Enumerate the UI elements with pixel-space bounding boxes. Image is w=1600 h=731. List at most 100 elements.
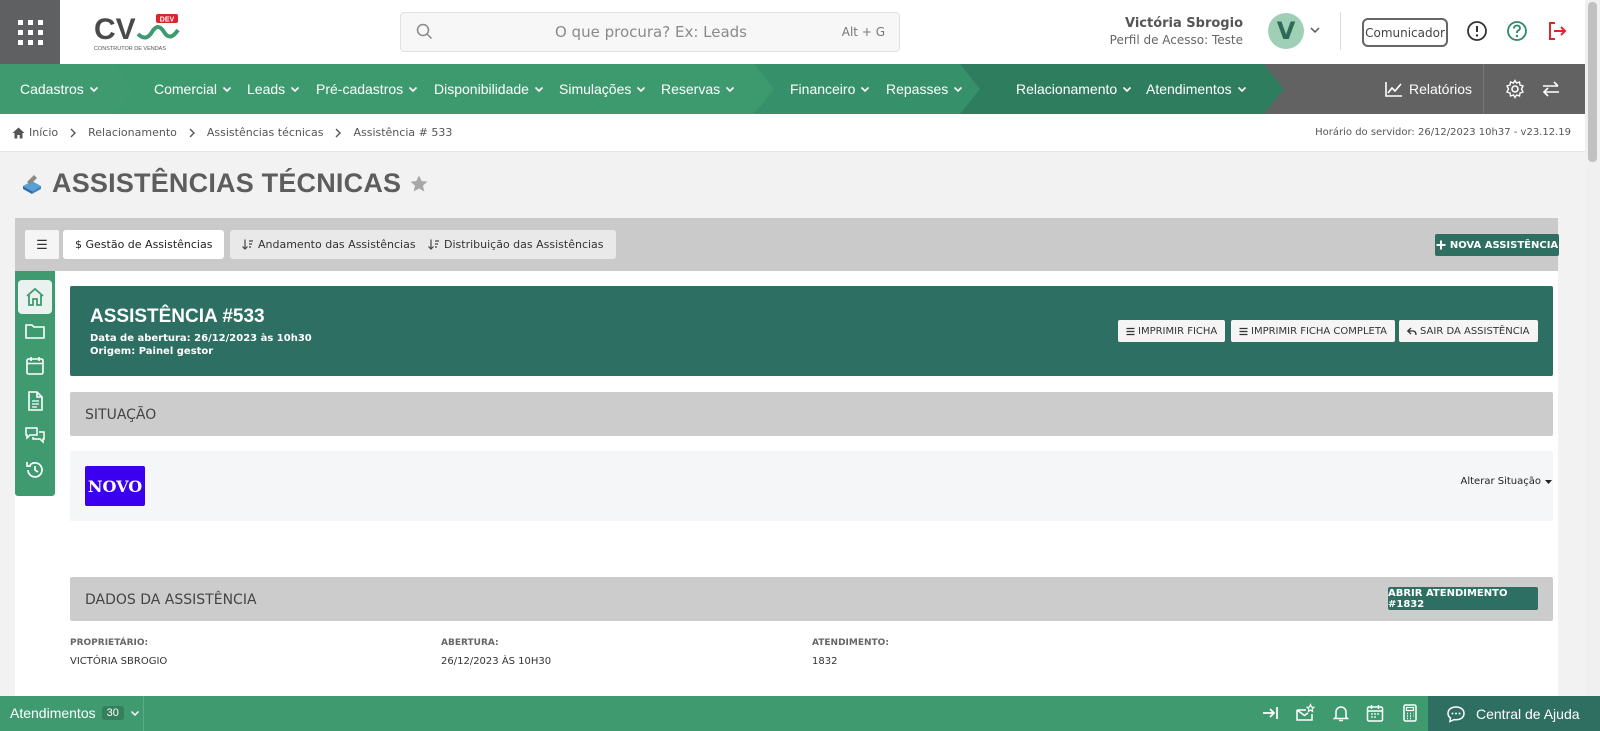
bell-icon[interactable] [1331,703,1351,723]
reports-link[interactable]: Relatórios [1384,64,1472,114]
avatar[interactable]: V [1268,13,1304,49]
sort-icon [428,239,439,250]
reports-label: Relatórios [1409,81,1473,97]
tab-distribuicao-assistencias[interactable]: Distribuição das Assistências [416,230,616,259]
divider [1340,12,1341,50]
calendar-icon[interactable] [1365,703,1385,723]
info-icon[interactable] [1466,20,1488,42]
home-icon[interactable] [24,286,46,308]
swap-icon[interactable] [1541,79,1561,99]
section-title: SITUAÇÃO [85,407,157,423]
chevron-down-icon[interactable] [1309,24,1321,36]
chevron-down-icon [726,86,735,93]
chevron-right-icon [70,128,77,137]
nav-item-label: Pré-cadastros [316,81,404,97]
apps-menu-button[interactable] [0,0,60,64]
app-logo[interactable]: CV DEV CONSTRUTOR DE VENDAS [94,12,186,54]
breadcrumb-current: Assistência # 533 [353,126,453,139]
nav-item-disponibilidade[interactable]: Disponibilidade [434,64,544,114]
document-icon[interactable] [24,390,46,412]
list-icon [1126,327,1135,335]
nav-item-repasses[interactable]: Repasses [886,64,963,114]
attendances-toggle[interactable]: Atendimentos 30 [10,705,140,721]
logo-badge: DEV [160,17,175,24]
comunicador-button[interactable]: Comunicador [1362,18,1448,47]
chevron-down-icon [861,86,870,93]
print-full-button[interactable]: IMPRIMIR FICHA COMPLETA [1231,320,1396,342]
nav-item-label: Relacionamento [1016,81,1118,97]
nav-item-leads[interactable]: Leads [247,64,300,114]
nav-item-label: Financeiro [790,81,856,97]
tab-gestao-assistencias[interactable]: $ Gestão de Assistências [63,230,225,259]
star-icon[interactable] [409,174,429,194]
calendar-icon[interactable] [24,355,46,377]
folder-icon[interactable] [24,320,46,342]
nav-item-financeiro[interactable]: Financeiro [790,64,870,114]
field-label: ATENDIMENTO: [812,638,889,648]
chat-icon[interactable] [24,424,46,446]
nav-item-relacionamento[interactable]: Relacionamento [1016,64,1132,114]
search-input[interactable] [441,13,821,51]
chevron-right-icon [189,128,195,137]
divider [143,696,144,731]
breadcrumb-item[interactable]: Relacionamento [88,126,177,139]
assistance-meta: Data de abertura: 26/12/2023 às 10h30 Or… [90,332,312,358]
user-name: Victória Sbrogio [1124,16,1243,31]
nav-item-atendimentos[interactable]: Atendimentos [1146,64,1247,114]
sort-icon [242,239,253,250]
nav-item-pre-cadastros[interactable]: Pré-cadastros [316,64,418,114]
divider [1483,64,1484,114]
logo-tagline: CONSTRUTOR DE VENDAS [94,46,166,52]
mail-star-icon[interactable] [1295,703,1315,723]
chevron-down-icon [637,86,646,93]
breadcrumb-bar: Início Relacionamento Assistências técni… [0,114,1585,152]
breadcrumb-item[interactable]: Início [29,126,58,139]
situation-box [70,451,1553,521]
situation-section-header: SITUAÇÃO [70,392,1553,436]
nav-item-comercial[interactable]: Comercial [154,64,232,114]
page-title-text: ASSISTÊNCIAS TÉCNICAS [52,168,402,198]
breadcrumb: Início Relacionamento Assistências técni… [12,126,452,139]
help-center-button[interactable]: Central de Ajuda [1428,696,1600,731]
tab-andamento-assistencias[interactable]: Andamento das Assistências [230,230,428,259]
gear-icon[interactable] [1505,79,1525,99]
home-icon [12,127,25,138]
breadcrumb-item[interactable]: Assistências técnicas [207,126,324,139]
print-button[interactable]: IMPRIMIR FICHA [1118,320,1226,342]
chevron-down-icon [89,86,98,93]
field-value: VICTÓRIA SBROGIO [70,656,168,667]
nav-item-label: Reservas [661,81,721,97]
details-section-header: DADOS DA ASSISTÊNCIA [70,577,1553,621]
attendance-field: ATENDIMENTO: 1832 [812,638,889,667]
change-status-dropdown[interactable]: Alterar Situação [1461,476,1553,487]
field-value: 1832 [812,656,838,667]
toolbox-icon [23,174,41,194]
opening-field: ABERTURA: 26/12/2023 ÀS 10H30 [441,638,551,667]
collapse-right-icon[interactable] [1261,703,1281,723]
chevron-down-icon [130,710,139,717]
tab-label: Distribuição das Assistências [444,238,604,251]
history-icon[interactable] [24,459,46,481]
new-assistance-button[interactable]: NOVA ASSISTÊNCIA [1435,234,1559,256]
logout-icon[interactable] [1546,20,1568,42]
help-icon[interactable] [1506,20,1528,42]
user-info[interactable]: Victória Sbrogio Perfil de Acesso: Teste [1110,16,1243,47]
field-value: 26/12/2023 ÀS 10H30 [441,656,552,667]
chevron-down-icon [1123,86,1132,93]
grid-icon [17,19,43,45]
assistance-header: ASSISTÊNCIA #533 Data de abertura: 26/12… [70,286,1553,376]
top-header: CV DEV CONSTRUTOR DE VENDAS Alt + G Vict… [0,0,1585,64]
hamburger-menu-button[interactable]: ☰ [25,230,59,259]
open-attendance-button[interactable]: ABRIR ATENDIMENTO #1832 [1388,587,1538,610]
chevron-down-icon [1237,86,1246,93]
chart-line-icon [1385,82,1402,97]
calculator-icon[interactable] [1400,703,1420,723]
nav-item-cadastros[interactable]: Cadastros [20,64,99,114]
nav-item-reservas[interactable]: Reservas [661,64,735,114]
nav-item-simulacoes[interactable]: Simulações [559,64,646,114]
user-profile: Perfil de Acesso: Teste [1109,33,1243,47]
scrollbar-thumb[interactable] [1588,2,1597,162]
chevron-down-icon [534,86,544,93]
global-search: Alt + G [400,12,900,52]
exit-assistance-button[interactable]: SAIR DA ASSISTÊNCIA [1399,320,1538,342]
